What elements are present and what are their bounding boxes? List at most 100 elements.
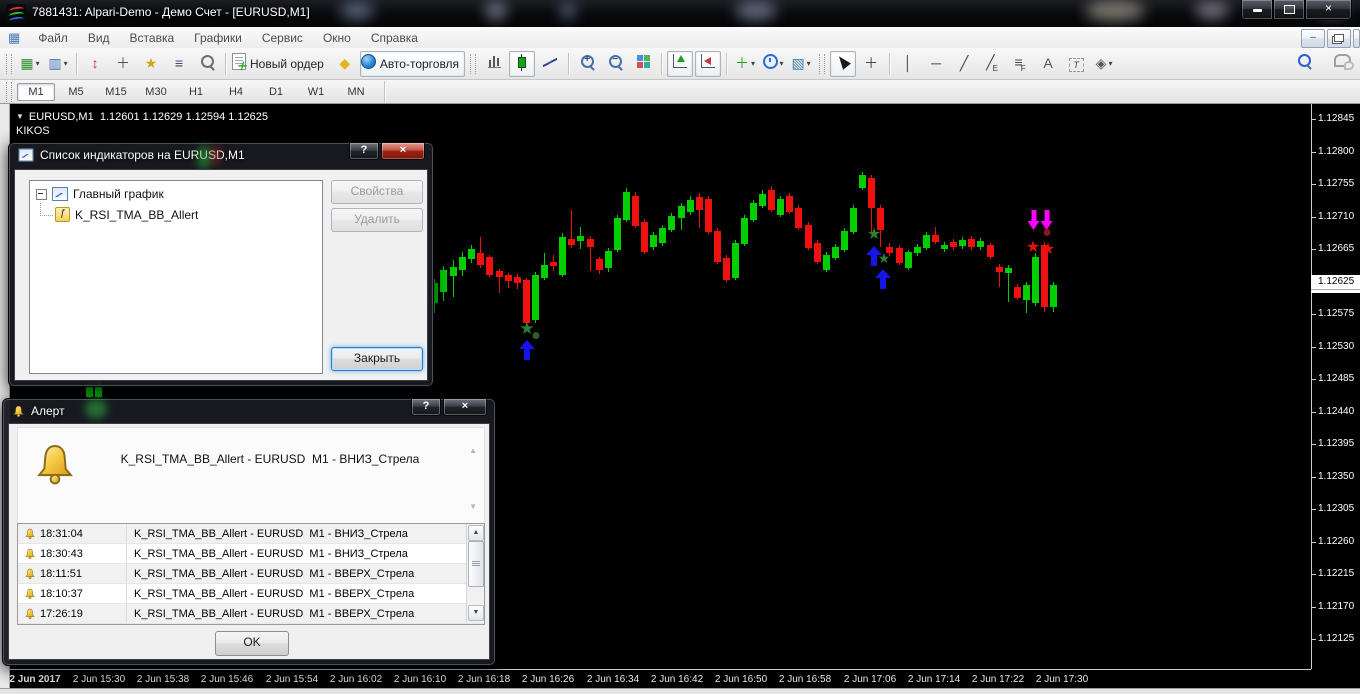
chart-shift-button[interactable]	[695, 51, 721, 77]
price-label: 1.12485	[1318, 373, 1354, 384]
toolbar-grip[interactable]	[819, 54, 825, 74]
price-label: 1.12215	[1318, 568, 1354, 579]
profiles-button[interactable]: ▥▾	[45, 51, 71, 77]
alert-row[interactable]: 18:11:51K_RSI_TMA_BB_Allert - EURUSD M1 …	[18, 564, 484, 584]
menu-item-4[interactable]: Сервис	[252, 29, 313, 47]
properties-button[interactable]: Свойства	[331, 180, 423, 204]
dialog-close-button[interactable]: ×	[443, 398, 487, 416]
maximize-button[interactable]	[1273, 0, 1305, 20]
help-button[interactable]: ?	[349, 142, 379, 160]
zoom-in-button[interactable]: +	[574, 51, 600, 77]
fibonacci-button[interactable]: ≡F	[1007, 51, 1033, 77]
timeframe-m5-button[interactable]: M5	[57, 83, 95, 101]
dropdown-arrow-icon[interactable]: ▾	[36, 59, 40, 68]
auto-scroll-button[interactable]	[667, 51, 693, 77]
arrows-tool-button[interactable]: ◈▾	[1091, 51, 1117, 77]
periods-button[interactable]: ▾	[760, 51, 786, 77]
tree-item-main-chart[interactable]: Главный график	[36, 187, 322, 201]
close-button[interactable]: ×	[1305, 0, 1352, 20]
minimize-button[interactable]	[1241, 0, 1273, 20]
new-chart-button[interactable]: ▦▾	[17, 51, 43, 77]
toolbar-grip[interactable]	[6, 54, 12, 74]
menu-item-1[interactable]: Вид	[78, 29, 120, 47]
ok-button[interactable]: OK	[215, 631, 289, 656]
toolbar-grip[interactable]	[6, 82, 12, 102]
equidistant-channel-button[interactable]: ╱E	[979, 51, 1005, 77]
close-dialog-button[interactable]: Закрыть	[331, 347, 423, 371]
alert-row[interactable]: 18:10:37K_RSI_TMA_BB_Allert - EURUSD M1 …	[18, 584, 484, 604]
alert-row[interactable]: 18:31:04K_RSI_TMA_BB_Allert - EURUSD M1 …	[18, 524, 484, 544]
data-window-button[interactable]: ＋	[110, 51, 136, 77]
alert-row[interactable]: 18:30:43K_RSI_TMA_BB_Allert - EURUSD M1 …	[18, 544, 484, 564]
delete-button[interactable]: Удалить	[331, 208, 423, 232]
mdi-close-button[interactable]	[1353, 29, 1360, 48]
cursor-button[interactable]	[830, 51, 856, 77]
strategy-tester-button[interactable]	[194, 51, 220, 77]
candlestick-chart-button[interactable]	[509, 51, 535, 77]
templates-button[interactable]: ▧▾	[788, 51, 814, 77]
collapse-icon[interactable]	[36, 189, 47, 200]
auto-trading-button[interactable]: Авто-торговля	[360, 51, 465, 77]
menu-item-2[interactable]: Вставка	[120, 29, 185, 47]
alert-row[interactable]: 17:26:19K_RSI_TMA_BB_Allert - EURUSD M1 …	[18, 604, 484, 624]
zoom-out-button[interactable]: −	[602, 51, 628, 77]
dropdown-arrow-icon[interactable]: ▾	[780, 59, 784, 68]
toolbar-grip[interactable]	[470, 54, 476, 74]
tree-item-indicator[interactable]: ƒ K_RSI_TMA_BB_Allert	[55, 207, 198, 222]
timeframe-h4-button[interactable]: H4	[217, 83, 255, 101]
scroll-down-icon[interactable]: ▼	[469, 502, 477, 511]
vertical-line-button[interactable]: │	[895, 51, 921, 77]
dialog-close-button[interactable]: ×	[381, 142, 425, 160]
indicators-button[interactable]: ＋▾	[732, 51, 758, 77]
timeframe-h1-button[interactable]: H1	[177, 83, 215, 101]
bar-chart-button[interactable]	[481, 51, 507, 77]
menu-item-6[interactable]: Справка	[361, 29, 428, 47]
dropdown-arrow-icon[interactable]: ▾	[751, 59, 755, 68]
market-watch-button[interactable]: ↕	[82, 51, 108, 77]
toolbar-separator	[661, 53, 662, 75]
mdi-restore-button[interactable]	[1327, 29, 1351, 48]
scroll-up-icon[interactable]: ▲	[469, 446, 477, 455]
alert-table-scrollbar[interactable]: ▲ ▼	[466, 524, 484, 622]
timeframe-m1-button[interactable]: M1	[17, 83, 55, 101]
terminal-button[interactable]: ≡	[166, 51, 192, 77]
dropdown-arrow-icon[interactable]: ▾	[807, 59, 811, 68]
menu-item-0[interactable]: Файл	[28, 29, 78, 47]
menu-item-5[interactable]: Окно	[313, 29, 361, 47]
price-tick	[1311, 542, 1316, 543]
candle-wick	[453, 260, 454, 297]
help-button[interactable]: ?	[411, 398, 441, 416]
navigator-button[interactable]: ★	[138, 51, 164, 77]
price-tick	[1311, 412, 1316, 413]
text-button[interactable]: A	[1035, 51, 1061, 77]
timeframe-m15-button[interactable]: M15	[97, 83, 135, 101]
text-label-button[interactable]: T	[1063, 51, 1089, 77]
menu-item-3[interactable]: Графики	[184, 29, 252, 47]
scroll-up-button[interactable]: ▲	[468, 525, 484, 541]
tile-windows-button[interactable]	[630, 51, 656, 77]
dropdown-arrow-icon[interactable]: ▾	[1108, 59, 1112, 68]
metaeditor-button[interactable]: ◆	[332, 51, 358, 77]
dropdown-arrow-icon[interactable]: ▾	[64, 59, 68, 68]
price-label: 1.12170	[1318, 601, 1354, 612]
line-chart-button[interactable]	[537, 51, 563, 77]
timeframe-m30-button[interactable]: M30	[137, 83, 175, 101]
expand-panel-icon[interactable]: ▼	[16, 112, 24, 121]
timeframe-d1-button[interactable]: D1	[257, 83, 295, 101]
horizontal-line-button[interactable]: ─	[923, 51, 949, 77]
candle-body	[668, 216, 675, 230]
timeframe-mn-button[interactable]: MN	[337, 83, 375, 101]
crosshair-button[interactable]: ＋	[858, 51, 884, 77]
search-button[interactable]	[1291, 50, 1317, 76]
current-price-marker: 1.12625	[1311, 275, 1360, 289]
timeframe-w1-button[interactable]: W1	[297, 83, 335, 101]
scroll-thumb[interactable]	[468, 541, 484, 587]
trendline-button[interactable]: ╱	[951, 51, 977, 77]
new-order-button[interactable]: Новый ордер	[231, 51, 330, 77]
mdi-minimize-button[interactable]: –	[1301, 29, 1325, 48]
time-label: 2 Jun 17:22	[972, 674, 1024, 685]
community-button[interactable]	[1329, 50, 1355, 76]
candle-body	[959, 240, 966, 246]
scroll-down-button[interactable]: ▼	[468, 605, 484, 621]
indicator-tree[interactable]: Главный график ƒ K_RSI_TMA_BB_Allert	[29, 180, 323, 374]
